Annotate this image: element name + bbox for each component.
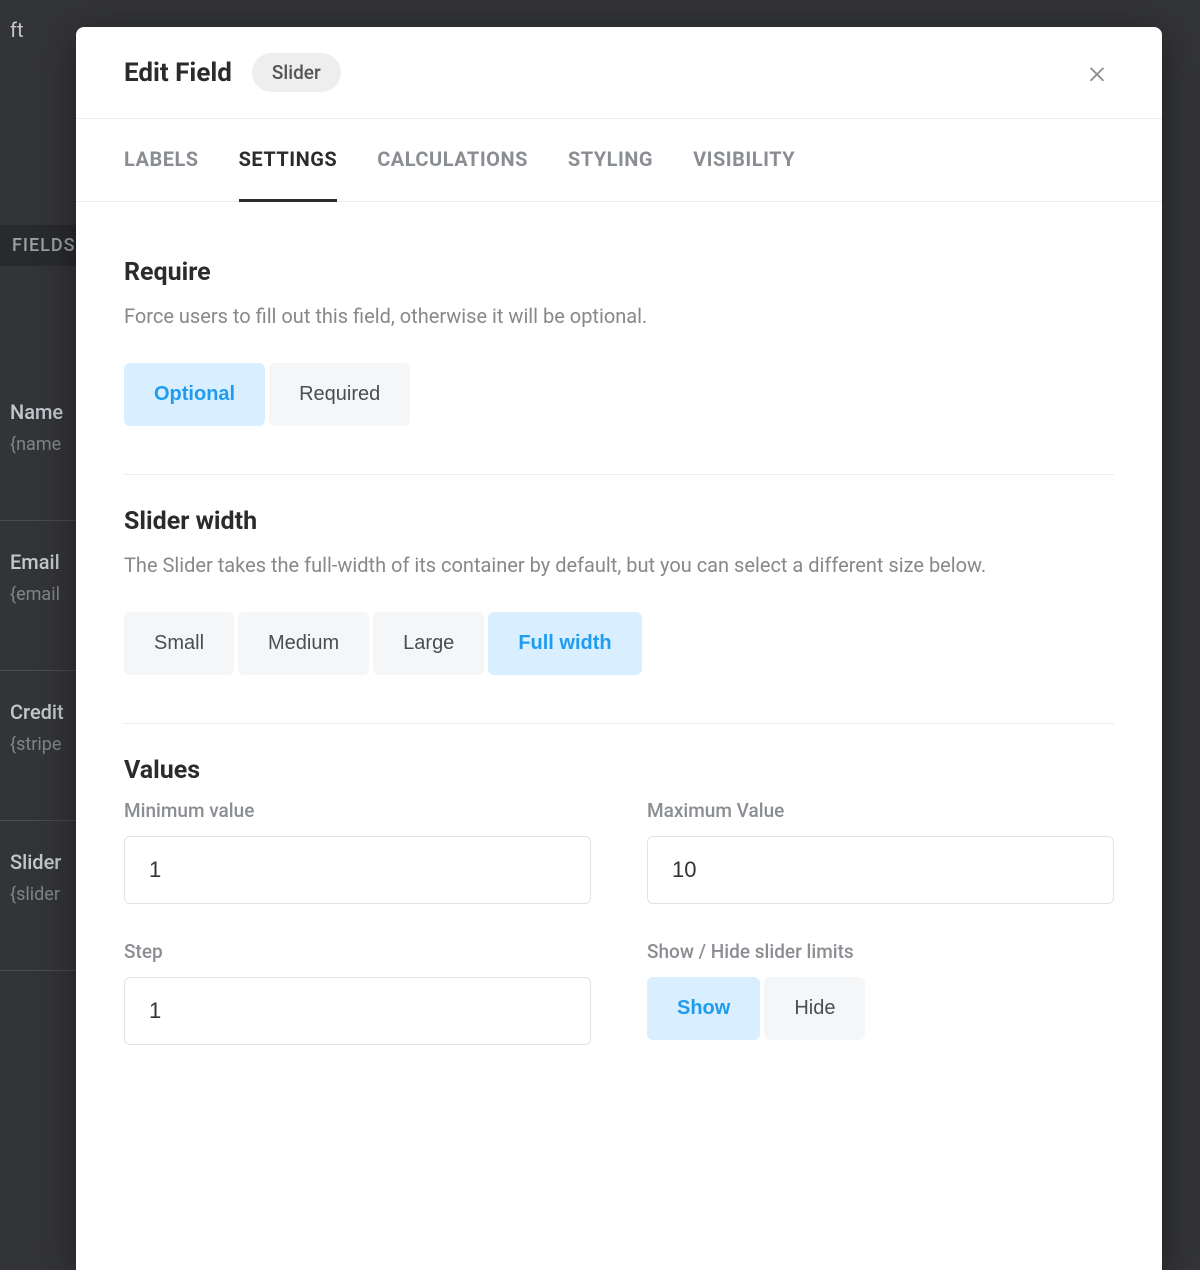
modal-title: Edit Field <box>124 58 232 88</box>
min-value-field: Minimum value <box>124 799 591 904</box>
max-value-label: Maximum Value <box>647 799 1114 822</box>
require-optional-button[interactable]: Optional <box>124 363 265 426</box>
tab-visibility[interactable]: VISIBILITY <box>693 119 795 202</box>
step-label: Step <box>124 940 591 963</box>
width-full-button[interactable]: Full width <box>488 612 641 675</box>
bg-fields-header: FIELDS <box>0 225 88 266</box>
tab-calculations[interactable]: CALCULATIONS <box>377 119 528 202</box>
require-section: Require Force users to fill out this fie… <box>124 242 1114 475</box>
require-desc: Force users to fill out this field, othe… <box>124 301 1114 331</box>
tab-styling[interactable]: STYLING <box>568 119 653 202</box>
tab-labels[interactable]: LABELS <box>124 119 199 202</box>
limits-label: Show / Hide slider limits <box>647 940 1114 963</box>
modal-tabs: LABELS SETTINGS CALCULATIONS STYLING VIS… <box>76 119 1162 202</box>
width-medium-button[interactable]: Medium <box>238 612 369 675</box>
modal-body: Require Force users to fill out this fie… <box>76 202 1162 1270</box>
values-grid: Minimum value Maximum Value Step Show / … <box>124 799 1114 1045</box>
require-required-button[interactable]: Required <box>269 363 410 426</box>
values-heading: Values <box>124 756 1114 785</box>
close-button[interactable] <box>1080 56 1114 90</box>
min-value-input[interactable] <box>124 836 591 904</box>
modal-header: Edit Field Slider <box>76 27 1162 119</box>
tab-settings[interactable]: SETTINGS <box>239 119 338 202</box>
field-type-chip: Slider <box>252 53 341 92</box>
limits-show-button[interactable]: Show <box>647 977 760 1040</box>
close-icon <box>1086 62 1108 84</box>
require-heading: Require <box>124 258 1114 287</box>
width-toggle-group: Small Medium Large Full width <box>124 612 646 675</box>
bg-draft-label: ft <box>10 18 24 42</box>
max-value-input[interactable] <box>647 836 1114 904</box>
min-value-label: Minimum value <box>124 799 591 822</box>
limits-hide-button[interactable]: Hide <box>764 977 865 1040</box>
width-heading: Slider width <box>124 507 1114 536</box>
slider-width-section: Slider width The Slider takes the full-w… <box>124 475 1114 724</box>
step-field: Step <box>124 940 591 1045</box>
step-input[interactable] <box>124 977 591 1045</box>
limits-field: Show / Hide slider limits Show Hide <box>647 940 1114 1045</box>
edit-field-modal: Edit Field Slider LABELS SETTINGS CALCUL… <box>76 27 1162 1270</box>
width-large-button[interactable]: Large <box>373 612 484 675</box>
width-desc: The Slider takes the full-width of its c… <box>124 550 1114 580</box>
require-toggle-group: Optional Required <box>124 363 414 426</box>
width-small-button[interactable]: Small <box>124 612 234 675</box>
modal-header-left: Edit Field Slider <box>124 53 341 92</box>
values-section: Values Minimum value Maximum Value Step … <box>124 724 1114 1045</box>
limits-toggle-group: Show Hide <box>647 977 869 1040</box>
max-value-field: Maximum Value <box>647 799 1114 904</box>
